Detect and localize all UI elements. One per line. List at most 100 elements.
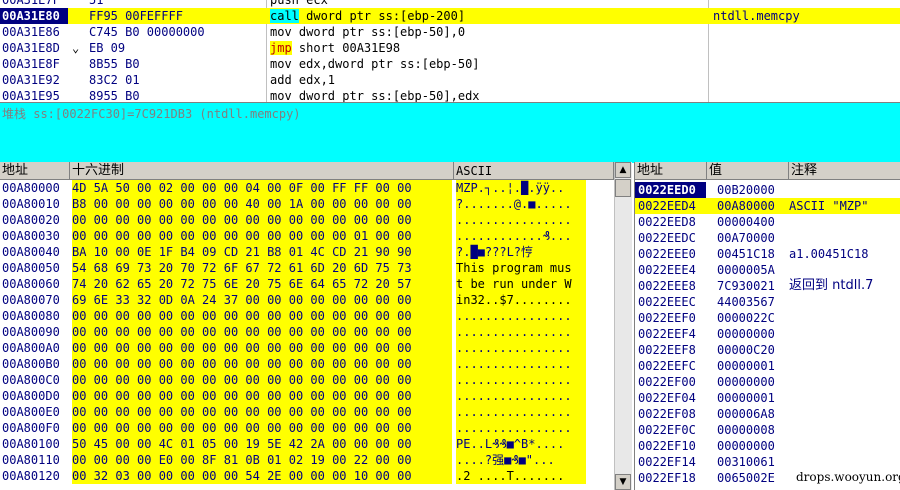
stack-header-address[interactable]: 地址 [635,162,707,180]
stack-row[interactable]: 0022EEDC 00A70000 [635,230,900,246]
dump-row[interactable]: 00A80090 00 00 00 00 00 00 00 00 00 00 00… [0,324,612,340]
scroll-down-button[interactable]: ▼ [615,474,631,490]
instruction-bytes: EB 09 [89,41,126,55]
dump-header-address[interactable]: 地址 [0,162,70,180]
scroll-thumb[interactable] [615,179,631,197]
dump-row[interactable]: 00A80030 00 00 00 00 00 00 00 00 00 00 00… [0,228,612,244]
stack-address: 0022EEFC [638,359,696,373]
stack-row[interactable]: 0022EEF4 00000000 [635,326,900,342]
dump-hex-bytes: 00 00 00 00 00 00 00 00 00 00 00 00 00 0… [72,308,452,324]
instruction-row[interactable]: 00A31E8F 8B55 B0 mov edx,dword ptr ss:[ebp… [0,56,900,72]
info-pane: 堆栈 ss:[0022FC30]=7C921DB3 (ntdll.memcpy) [0,102,900,163]
dump-row[interactable]: 00A80010 B8 00 00 00 00 00 00 00 40 00 1A… [0,196,612,212]
dump-row[interactable]: 00A800C0 00 00 00 00 00 00 00 00 00 00 00… [0,372,612,388]
stack-address: 0022EED0 [635,182,706,198]
dump-row[interactable]: 00A80100 50 45 00 00 4C 01 05 00 19 5E 42… [0,436,612,452]
stack-row-selected[interactable]: 0022EED0 00B20000 [635,182,900,198]
instruction-address: 00A31E8D [2,41,60,55]
stack-comment: a1.00451C18 [789,247,869,261]
dump-hex-bytes: BA 10 00 0E 1F B4 09 CD 21 B8 01 4C CD 2… [72,244,452,260]
instruction-address: 00A31E95 [2,89,60,102]
dump-row[interactable]: 00A80120 00 32 03 00 00 00 00 00 54 2E 00… [0,468,612,484]
instruction-row[interactable]: 00A31E92 83C2 01 add edx,1 [0,72,900,88]
stack-row[interactable]: 0022EEE4 0000005A [635,262,900,278]
stack-row[interactable]: 0022EF10 00000000 [635,438,900,454]
stack-value: 00451C18 [717,247,775,261]
stack-row[interactable]: 0022EED8 00000400 [635,214,900,230]
stack-value: 00000008 [717,423,775,437]
dump-ascii: ............₰... [456,228,586,244]
dump-row[interactable]: 00A80000 4D 5A 50 00 02 00 00 00 04 00 0F… [0,180,612,196]
dump-address: 00A80040 [2,245,60,259]
dump-row[interactable]: 00A80060 74 20 62 65 20 72 75 6E 20 75 6E… [0,276,612,292]
dump-address: 00A80010 [2,197,60,211]
dump-hex-bytes: 00 00 00 00 00 00 00 00 00 00 00 00 00 0… [72,324,452,340]
dump-address: 00A80000 [2,181,60,195]
instruction-address: 00A31E80 [0,8,68,24]
instruction-bytes: FF95 00FEFFFF [89,9,183,23]
dump-address: 00A80090 [2,325,60,339]
dump-row[interactable]: 00A80040 BA 10 00 0E 1F B4 09 CD 21 B8 01… [0,244,612,260]
dump-row[interactable]: 00A80080 00 00 00 00 00 00 00 00 00 00 00… [0,308,612,324]
dump-ascii: ................ [456,340,586,356]
instruction-row[interactable]: 00A31E8D ⌄ EB 09 jmp short 00A31E98 [0,40,900,56]
dump-hex-bytes: 00 00 00 00 00 00 00 00 00 00 00 00 00 0… [72,340,452,356]
stack-row[interactable]: 0022EEFC 00000001 [635,358,900,374]
instruction-text: call dword ptr ss:[ebp-200] [270,8,706,24]
jump-marker: ⌄ [72,41,80,55]
stack-header-value[interactable]: 值 [707,162,789,180]
stack-value: 0065002E [717,471,775,485]
dump-ascii: ................ [456,308,586,324]
dump-header-ascii[interactable]: ASCII [454,162,614,180]
dump-address: 00A800D0 [2,389,60,403]
dump-scrollbar[interactable]: ▲ ▼ [614,162,632,490]
dump-row[interactable]: 00A800D0 00 00 00 00 00 00 00 00 00 00 00… [0,388,612,404]
stack-row[interactable]: 0022EEE8 7C930021 返回到 ntdll.7 [635,278,900,294]
stack-address: 0022EF14 [638,455,696,469]
dump-row[interactable]: 00A800A0 00 00 00 00 00 00 00 00 00 00 00… [0,340,612,356]
stack-pane[interactable]: 地址 值 注释 0022EED0 00B20000 0022EED4 00A80000… [634,162,900,490]
dump-row[interactable]: 00A80110 00 00 00 00 E0 00 8F 81 0B 01 02… [0,452,612,468]
stack-row[interactable]: 0022EED4 00A80000 ASCII "MZP" [635,198,900,214]
info-text: 堆栈 ss:[0022FC30]=7C921DB3 (ntdll.memcpy) [2,107,301,121]
stack-row[interactable]: 0022EEEC 44003567 [635,294,900,310]
stack-row[interactable]: 0022EF08 000006A8 [635,406,900,422]
memory-dump-pane[interactable]: 地址 十六进制 ASCII 00A80000 4D 5A 50 00 02 00 … [0,162,632,490]
stack-address: 0022EEDC [638,231,696,245]
dump-row[interactable]: 00A80050 54 68 69 73 20 70 72 6F 67 72 61… [0,260,612,276]
dump-header-hex[interactable]: 十六进制 [70,162,454,180]
dump-hex-bytes: 00 00 00 00 00 00 00 00 00 00 00 00 00 0… [72,404,452,420]
instruction-row[interactable]: 00A31E7F 51 push ecx [0,0,900,8]
stack-row[interactable]: 0022EEE0 00451C18 a1.00451C18 [635,246,900,262]
dump-row[interactable]: 00A800F0 00 00 00 00 00 00 00 00 00 00 00… [0,420,612,436]
instruction-text: jmp short 00A31E98 [270,40,706,56]
instruction-row[interactable]: 00A31E86 C745 B0 00000000 mov dword ptr ss… [0,24,900,40]
instruction-bytes: 8B55 B0 [89,57,140,71]
dump-hex-bytes: 54 68 69 73 20 70 72 6F 67 72 61 6D 20 6… [72,260,452,276]
stack-address: 0022EEE8 [638,279,696,293]
instruction-bytes: C745 B0 00000000 [89,25,205,39]
stack-header-comment[interactable]: 注释 [789,162,900,180]
scroll-up-button[interactable]: ▲ [615,162,631,178]
dump-address: 00A80120 [2,469,60,483]
dump-row[interactable]: 00A80020 00 00 00 00 00 00 00 00 00 00 00… [0,212,612,228]
dump-row[interactable]: 00A80070 69 6E 33 32 0D 0A 24 37 00 00 00… [0,292,612,308]
dump-ascii: ................ [456,212,586,228]
dump-address: 00A800B0 [2,357,60,371]
current-instruction-row[interactable]: 00A31E80 FF95 00FEFFFF call dword ptr ss:[… [0,8,900,24]
dump-address: 00A80100 [2,437,60,451]
dump-address: 00A80050 [2,261,60,275]
stack-row[interactable]: 0022EF00 00000000 [635,374,900,390]
stack-row[interactable]: 0022EF14 00310061 [635,454,900,470]
disassembly-pane[interactable]: 00A31E7F 51 push ecx 00A31E80 FF95 00FEFFFF c… [0,0,900,102]
dump-row[interactable]: 00A800E0 00 00 00 00 00 00 00 00 00 00 00… [0,404,612,420]
stack-value: 00000001 [717,391,775,405]
stack-row[interactable]: 0022EEF8 00000C20 [635,342,900,358]
dump-row[interactable]: 00A800B0 00 00 00 00 00 00 00 00 00 00 00… [0,356,612,372]
stack-row[interactable]: 0022EF04 00000001 [635,390,900,406]
stack-value: 00310061 [717,455,775,469]
instruction-row[interactable]: 00A31E95 8955 B0 mov dword ptr ss:[ebp-50]… [0,88,900,102]
stack-row[interactable]: 0022EF0C 00000008 [635,422,900,438]
dump-address: 00A800A0 [2,341,60,355]
stack-row[interactable]: 0022EEF0 0000022C [635,310,900,326]
